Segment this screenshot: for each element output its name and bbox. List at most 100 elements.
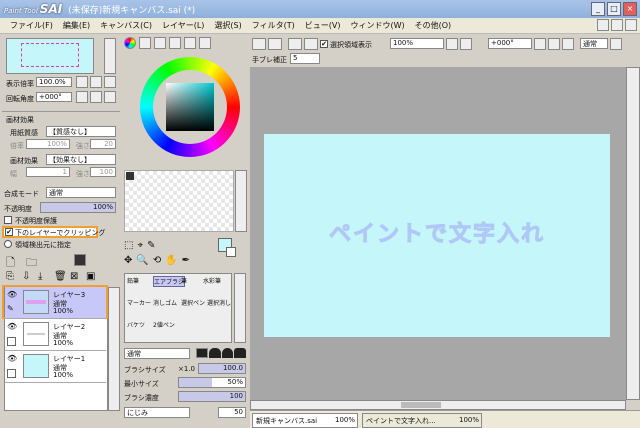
canvas-area[interactable]: ペイントで文字入れ <box>250 67 626 410</box>
lock-checkbox[interactable] <box>7 337 16 346</box>
zoom-reset-button[interactable] <box>104 76 116 88</box>
brush-size-multiplier[interactable]: ×1.0 <box>178 365 195 373</box>
doc-minimize-button[interactable] <box>597 19 609 31</box>
invert-select-button[interactable] <box>304 38 318 50</box>
min-size-slider[interactable]: 50% <box>178 377 246 388</box>
eye-icon[interactable]: 👁 <box>7 322 17 331</box>
hsv-slider-tab[interactable] <box>154 37 166 49</box>
zoom-in-button[interactable] <box>90 76 102 88</box>
tool-bucket[interactable]: バケツ <box>127 320 145 329</box>
minimize-button[interactable]: _ <box>591 2 605 16</box>
mask-icon[interactable] <box>74 254 86 266</box>
color-wheel-tab[interactable] <box>124 37 136 49</box>
layer-row[interactable]: 👁 レイヤー2 通常 100% <box>5 319 106 351</box>
transfer-down-icon[interactable]: ⇩ <box>22 271 30 282</box>
scratch-tab[interactable] <box>199 37 211 49</box>
menu-other[interactable]: その他(O) <box>415 20 452 31</box>
scratch-scrollbar[interactable] <box>235 170 247 232</box>
menu-filter[interactable]: フィルタ(T) <box>252 20 295 31</box>
zoom-out-button[interactable] <box>76 76 88 88</box>
layer-list-scrollbar[interactable] <box>108 287 120 411</box>
effect-strength[interactable]: 100 <box>90 167 116 177</box>
doc-tab-lettering[interactable]: ペイントで文字入れ... 100% <box>362 413 482 428</box>
tool-marker[interactable]: マーカー <box>127 298 151 307</box>
zoom-field[interactable]: 100.0% <box>36 77 72 87</box>
tool-binary-pen[interactable]: 2値ペン <box>153 320 175 329</box>
navigator-scrollbar[interactable] <box>104 38 116 74</box>
flip-horizontal-button[interactable] <box>610 38 622 50</box>
texture-scale[interactable]: 100% <box>26 139 70 149</box>
rotate-reset-button[interactable] <box>104 91 116 103</box>
blend-value[interactable]: 50 <box>218 407 246 418</box>
rotate-left-button[interactable] <box>534 38 546 50</box>
blend-mode-select[interactable]: 通常 <box>46 187 116 198</box>
brush-mode-select[interactable]: 通常 <box>124 348 190 359</box>
transform-tools[interactable]: ⬚⌖✎ ✥🔍⟲✋✒ <box>124 238 212 270</box>
color-wheel[interactable] <box>140 57 240 157</box>
scratch-swatch[interactable] <box>126 172 134 180</box>
copy-layer-icon[interactable]: ⎘ <box>6 271 14 282</box>
canvas-paper[interactable]: ペイントで文字入れ <box>264 134 610 337</box>
maximize-button[interactable]: □ <box>607 2 621 16</box>
tool-eraser[interactable]: 消しゴム <box>153 298 177 307</box>
saturation-value-square[interactable] <box>166 83 214 131</box>
rotate-right-button[interactable] <box>548 38 560 50</box>
tool-pencil[interactable]: 鉛筆 <box>127 276 139 285</box>
fill-layer-icon[interactable]: ▣ <box>86 271 95 282</box>
menu-layer[interactable]: レイヤー(L) <box>162 20 204 31</box>
undo-button[interactable] <box>252 38 266 50</box>
secondary-color[interactable] <box>226 247 236 257</box>
lock-checkbox[interactable] <box>7 369 16 378</box>
rotate-reset-button[interactable] <box>562 38 574 50</box>
menu-file[interactable]: ファイル(F) <box>10 20 53 31</box>
menu-edit[interactable]: 編集(E) <box>63 20 90 31</box>
eye-icon[interactable]: 👁 <box>7 354 17 363</box>
tool-scrollbar[interactable] <box>234 273 246 343</box>
deselect-button[interactable] <box>288 38 302 50</box>
close-button[interactable]: × <box>623 2 637 16</box>
tool-select-pen[interactable]: 選択ペン <box>181 298 205 307</box>
blend-select[interactable]: にじみ <box>124 407 190 418</box>
canvas-angle-select[interactable]: +000° <box>488 38 532 49</box>
canvas-horizontal-scrollbar[interactable] <box>250 400 626 410</box>
swatch-tab[interactable] <box>184 37 196 49</box>
canvas-vertical-scrollbar[interactable] <box>626 67 640 400</box>
clipping-checkbox[interactable]: ✔ <box>5 228 13 236</box>
redo-button[interactable] <box>268 38 282 50</box>
clear-layer-icon[interactable]: ⊠ <box>70 271 78 282</box>
effect-select[interactable]: 【効果なし】 <box>46 154 116 165</box>
zoom-out-button[interactable] <box>446 38 458 50</box>
layer-row[interactable]: 👁 ✎ レイヤー3 通常 100% <box>5 287 106 319</box>
zoom-in-button[interactable] <box>460 38 472 50</box>
texture-strength[interactable]: 20 <box>90 139 116 149</box>
layer-row[interactable]: 👁 レイヤー1 通常 100% <box>5 351 106 383</box>
menu-window[interactable]: ウィンドウ(W) <box>350 20 404 31</box>
rotate-right-button[interactable] <box>90 91 102 103</box>
merge-down-icon[interactable]: ⤓ <box>38 271 42 282</box>
brush-shape-buttons[interactable] <box>196 348 246 359</box>
tool-select-eraser[interactable]: 選択消し <box>207 298 231 307</box>
mixer-tab[interactable] <box>169 37 181 49</box>
brush-size-slider[interactable]: 100.0 <box>198 363 246 374</box>
menu-select[interactable]: 選択(S) <box>214 20 241 31</box>
select-show-checkbox[interactable]: ✔ <box>320 40 328 48</box>
doc-tab-new-canvas[interactable]: 新規キャンバス.sai 100% <box>252 413 358 428</box>
density-slider[interactable]: 100 <box>178 391 246 402</box>
texture-select[interactable]: 【質感なし】 <box>46 126 116 137</box>
menu-view[interactable]: ビュー(V) <box>305 20 341 31</box>
doc-close-button[interactable] <box>625 19 637 31</box>
scratch-pad[interactable] <box>124 170 234 232</box>
lock-opacity-checkbox[interactable] <box>4 216 12 224</box>
menu-canvas[interactable]: キャンバス(C) <box>100 20 152 31</box>
canvas-zoom-select[interactable]: 100% <box>390 38 444 49</box>
rotation-field[interactable]: +000° <box>36 92 72 102</box>
tool-brush[interactable]: 筆 <box>181 276 187 285</box>
rotate-left-button[interactable] <box>76 91 88 103</box>
rgb-slider-tab[interactable] <box>139 37 151 49</box>
view-mode-select[interactable]: 通常 <box>580 38 608 49</box>
doc-maximize-button[interactable] <box>611 19 623 31</box>
select-source-radio[interactable] <box>4 240 12 248</box>
effect-width[interactable]: 1 <box>26 167 70 177</box>
eye-icon[interactable]: 👁 <box>7 290 17 299</box>
trash-icon[interactable]: 🗑 <box>54 271 67 282</box>
